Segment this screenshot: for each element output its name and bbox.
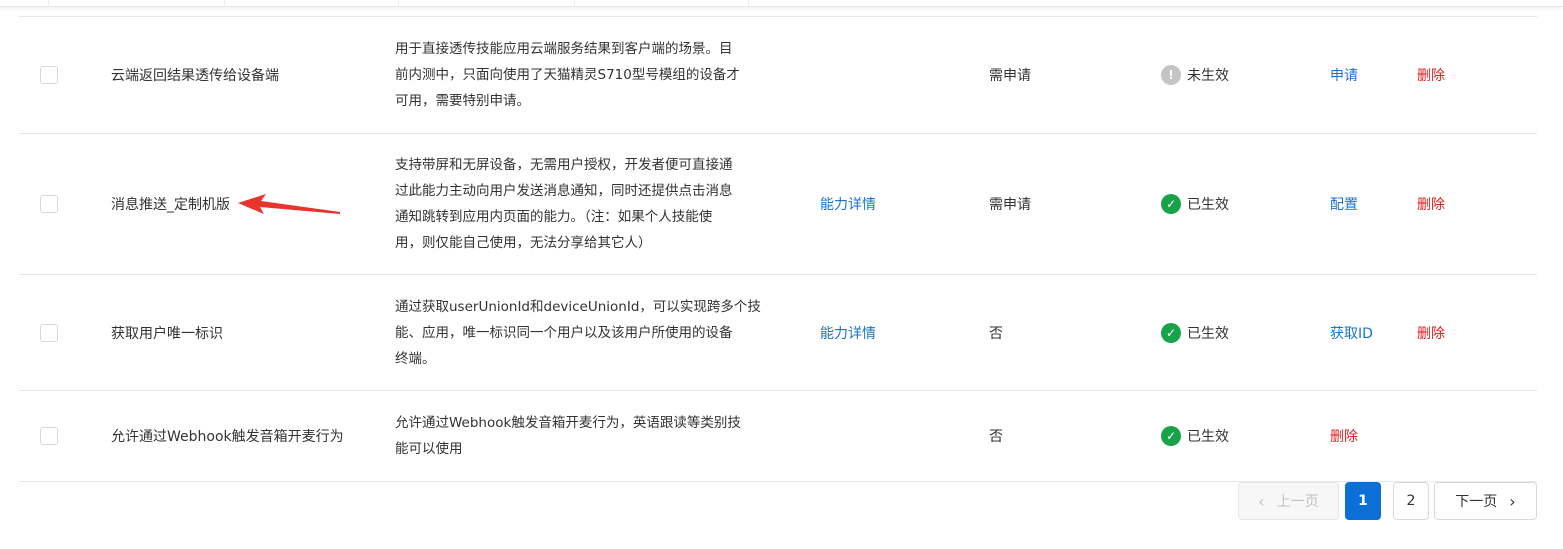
exclamation-circle-icon: ! [1161, 65, 1181, 85]
prev-page-button[interactable]: ‹ 上一页 [1238, 482, 1339, 520]
status-badge: ✓ 已生效 [1161, 194, 1229, 214]
table-row: 获取用户唯一标识 通过获取userUnionId和deviceUnionId，可… [19, 274, 1537, 390]
status-badge: ✓ 已生效 [1161, 322, 1229, 343]
header-divider [224, 0, 225, 6]
header-divider [48, 0, 49, 6]
pagination: ‹ 上一页 1 2 下一页 › [0, 482, 1563, 522]
capability-description: 用于直接透传技能应用云端服务结果到客户端的场景。目 前内测中，只面向使用了天猫精… [395, 41, 740, 109]
delete-link[interactable]: 删除 [1417, 65, 1445, 85]
table-header [0, 0, 1563, 7]
row-checkbox[interactable] [40, 195, 58, 213]
apply-link[interactable]: 申请 [1330, 65, 1358, 85]
capability-name: 允许通过Webhook触发音箱开麦行为 [111, 429, 344, 445]
table-row: 云端返回结果透传给设备端 用于直接透传技能应用云端服务结果到客户端的场景。目 前… [19, 16, 1537, 133]
page-2-button[interactable]: 2 [1393, 482, 1429, 520]
capability-description: 通过获取userUnionId和deviceUnionId，可以实现跨多个技 能… [395, 298, 761, 367]
header-divider [748, 0, 749, 6]
row-checkbox[interactable] [40, 66, 58, 84]
status-badge: ! 未生效 [1161, 65, 1229, 85]
delete-link[interactable]: 删除 [1417, 194, 1445, 214]
capability-table: 云端返回结果透传给设备端 用于直接透传技能应用云端服务结果到客户端的场景。目 前… [19, 16, 1537, 482]
table-row: 消息推送_定制机版 支持带屏和无屏设备，无需用户授权，开发者便可直接通 过此能力… [19, 133, 1537, 274]
need-apply-value: 否 [989, 325, 1003, 342]
capability-name: 云端返回结果透传给设备端 [111, 68, 279, 84]
table-row: 允许通过Webhook触发音箱开麦行为 允许通过Webhook触发音箱开麦行为，… [19, 390, 1537, 482]
check-circle-icon: ✓ [1161, 322, 1181, 343]
configure-link[interactable]: 配置 [1330, 194, 1358, 214]
header-divider [398, 0, 399, 6]
delete-link[interactable]: 删除 [1330, 426, 1358, 446]
chevron-left-icon: ‹ [1258, 491, 1265, 511]
capability-description: 允许通过Webhook触发音箱开麦行为，英语跟读等类别技 能可以使用 [395, 415, 741, 457]
capability-detail-link[interactable]: 能力详情 [820, 323, 876, 343]
row-checkbox[interactable] [40, 323, 58, 342]
status-badge: ✓ 已生效 [1161, 426, 1229, 446]
capability-name: 消息推送_定制机版 [111, 197, 230, 213]
get-id-link[interactable]: 获取ID [1330, 323, 1373, 343]
capability-detail-link[interactable]: 能力详情 [820, 194, 876, 214]
need-apply-value: 否 [989, 429, 1003, 445]
capability-description: 支持带屏和无屏设备，无需用户授权，开发者便可直接通 过此能力主动向用户发送消息通… [395, 157, 733, 251]
chevron-right-icon: › [1509, 491, 1516, 511]
capability-name: 获取用户唯一标识 [111, 325, 223, 342]
next-page-button[interactable]: 下一页 › [1434, 482, 1537, 520]
header-divider [574, 0, 575, 6]
check-circle-icon: ✓ [1161, 194, 1181, 214]
need-apply-value: 需申请 [989, 197, 1031, 213]
page-1-button[interactable]: 1 [1345, 482, 1381, 520]
need-apply-value: 需申请 [989, 68, 1031, 84]
check-circle-icon: ✓ [1161, 426, 1181, 446]
delete-link[interactable]: 删除 [1417, 323, 1445, 343]
row-checkbox[interactable] [40, 427, 58, 445]
